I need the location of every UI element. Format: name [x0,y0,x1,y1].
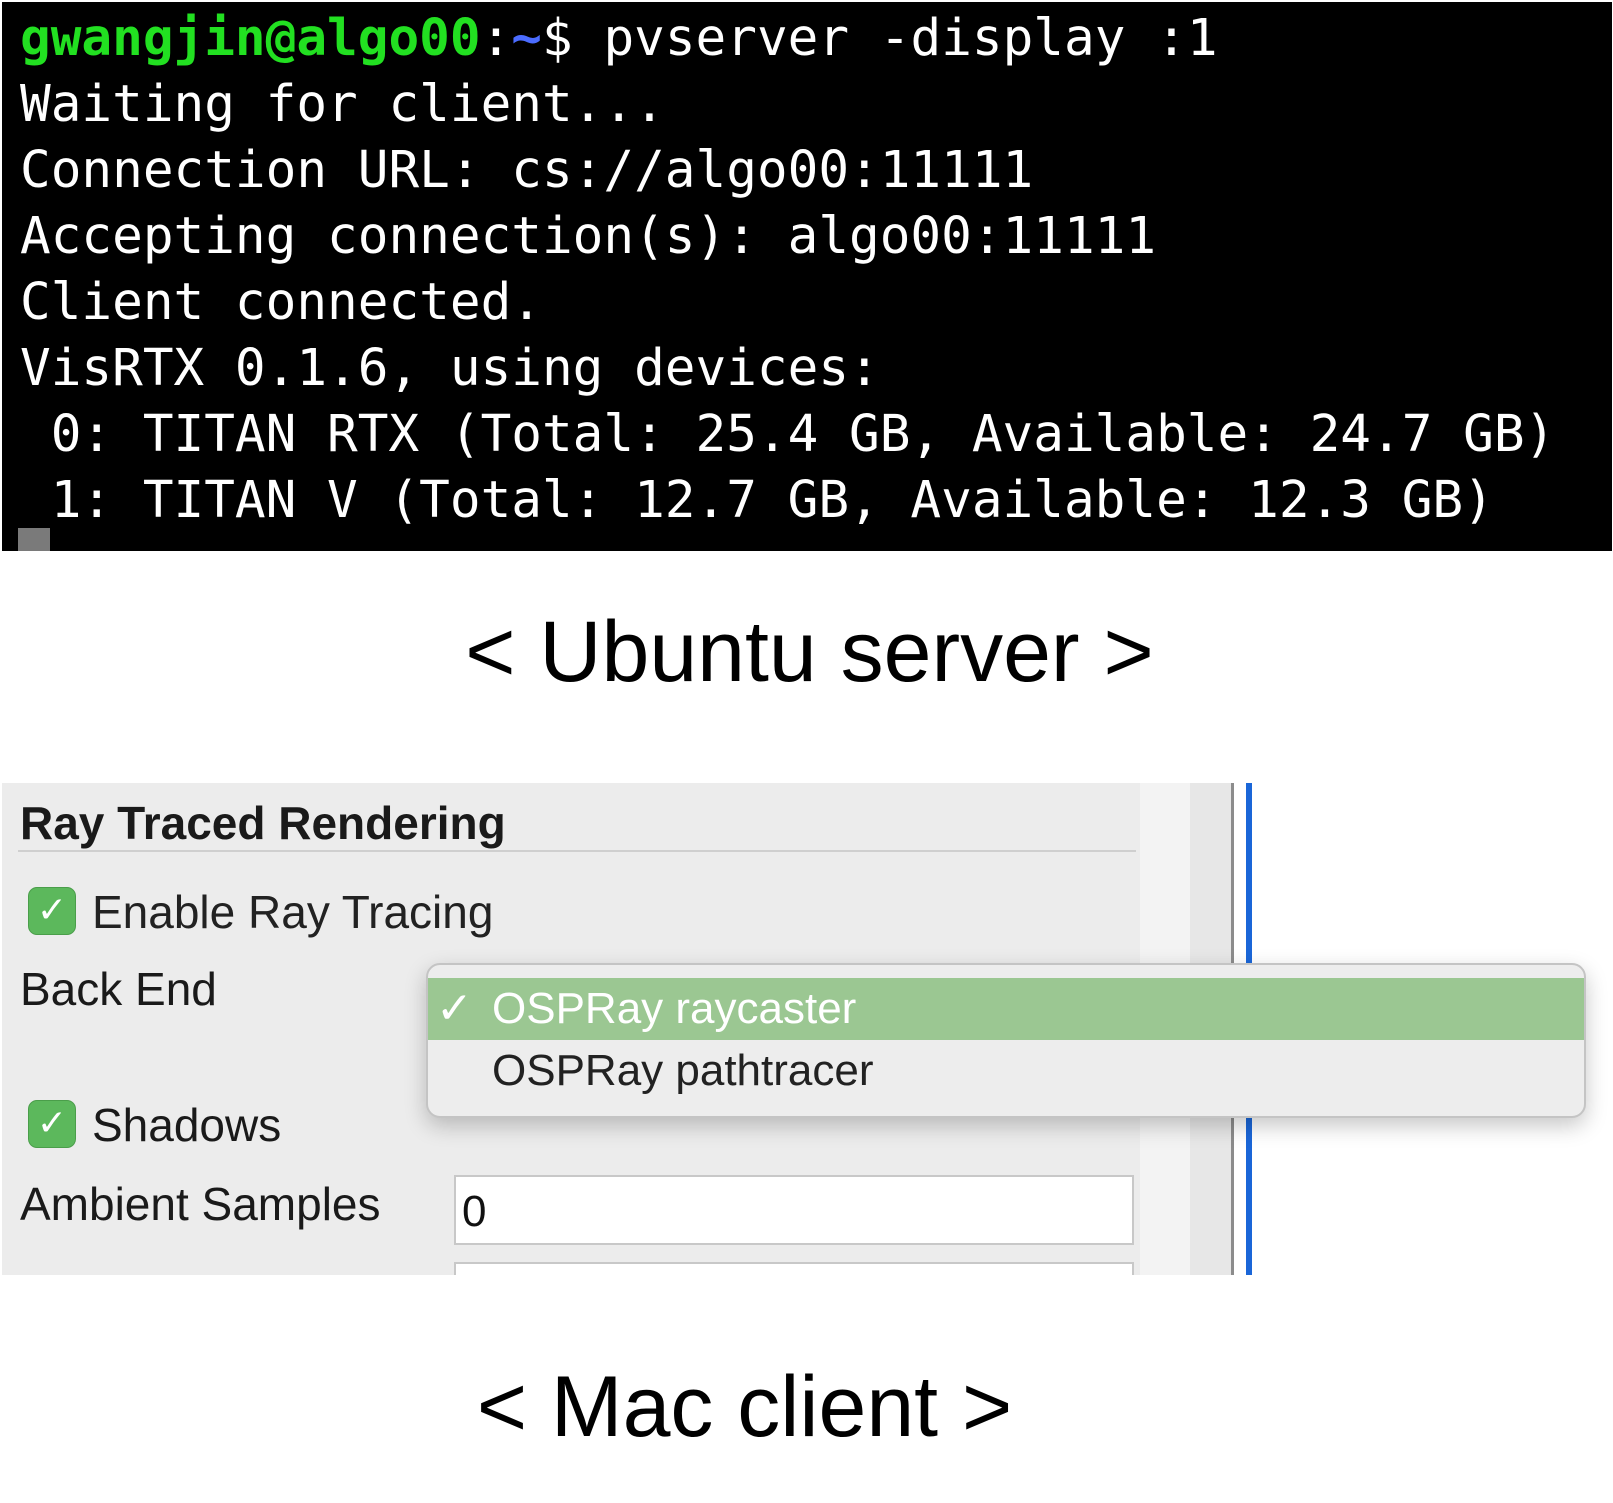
terminal-output-line: Connection URL: cs://algo00:11111 [20,141,1034,200]
back-end-label: Back End [20,963,217,1015]
ambient-samples-input[interactable]: 0 [454,1175,1134,1245]
terminal-output-line: 0: TITAN RTX (Total: 25.4 GB, Available:… [20,405,1556,464]
caption-ubuntu-server: < Ubuntu server > [465,604,1154,700]
terminal-output-line: VisRTX 0.1.6, using devices: [20,339,880,398]
enable-ray-tracing-label[interactable]: Enable Ray Tracing [92,885,493,939]
checkmark-icon: ✓ [36,1103,68,1144]
shadows-checkbox[interactable]: ✓ [28,1100,76,1148]
shadows-label[interactable]: Shadows [92,1098,281,1152]
terminal-prompt-line: gwangjin@algo00:~$ pvserver -display :1 [20,6,1612,72]
terminal-output-line: Client connected. [20,273,542,332]
terminal-window: gwangjin@algo00:~$ pvserver -display :1 … [2,2,1612,551]
section-title: Ray Traced Rendering [20,797,506,849]
section-divider [18,850,1136,852]
prompt-user: gwangjin@algo00 [20,9,481,68]
terminal-output-line: 1: TITAN V (Total: 12.7 GB, Available: 1… [20,471,1494,530]
terminal-cursor[interactable] [18,528,50,551]
prompt-path: ~ [511,9,543,68]
screenshot-crop-edge [0,1275,1613,1305]
terminal-output-line: Waiting for client... [20,75,665,134]
terminal-command: pvserver -display :1 [572,9,1218,68]
checkmark-icon: ✓ [436,983,473,1034]
ambient-samples-label: Ambient Samples [20,1178,381,1230]
prompt-dollar: $ [542,9,573,68]
dropdown-option-label: OSPRay pathtracer [492,1046,874,1095]
caption-mac-client: < Mac client > [476,1359,1013,1455]
dropdown-option-label: OSPRay raycaster [492,984,857,1033]
back-end-dropdown-menu: ✓ OSPRay raycaster OSPRay pathtracer [426,963,1586,1118]
dropdown-option-ospray-raycaster[interactable]: ✓ OSPRay raycaster [428,978,1584,1040]
enable-ray-tracing-checkbox[interactable]: ✓ [28,887,76,935]
prompt-colon: : [480,9,512,68]
checkmark-icon: ✓ [36,890,68,931]
terminal-output-line: Accepting connection(s): algo00:11111 [20,207,1157,266]
dropdown-option-ospray-pathtracer[interactable]: OSPRay pathtracer [428,1040,1584,1102]
